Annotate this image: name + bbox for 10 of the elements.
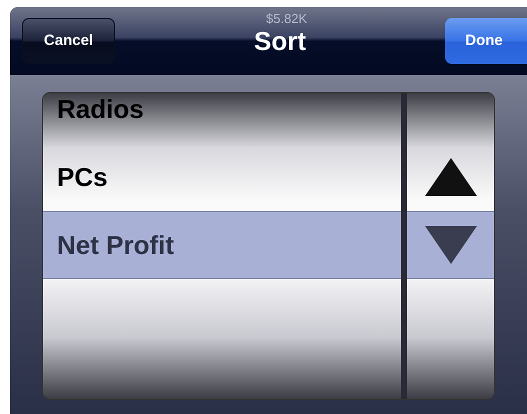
picker-row[interactable]: Radios <box>43 93 401 143</box>
field-label: Radios <box>57 93 144 126</box>
done-button[interactable]: Done <box>445 18 527 64</box>
picker-row[interactable]: PCs <box>43 143 401 211</box>
down-triangle-icon <box>424 226 476 264</box>
up-triangle-icon <box>424 158 476 196</box>
cancel-button[interactable]: Cancel <box>22 18 115 64</box>
field-label: Net Profit <box>57 228 174 262</box>
field-label: PCs <box>57 160 108 194</box>
picker-row[interactable]: Net Profit <box>43 211 401 279</box>
